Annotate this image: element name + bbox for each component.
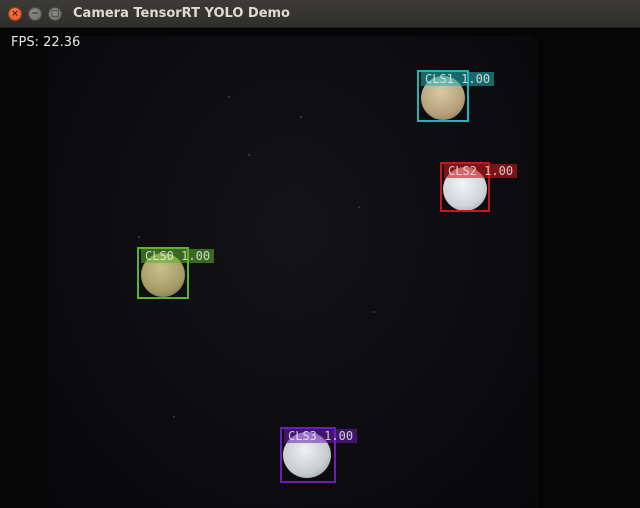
detection-label: CLS1 1.00 bbox=[421, 72, 495, 86]
noise-speck bbox=[173, 416, 175, 418]
maximize-icon[interactable]: □ bbox=[48, 7, 62, 21]
class-name: CLS3 bbox=[288, 429, 317, 443]
noise-speck bbox=[300, 116, 302, 118]
confidence-score: 1.00 bbox=[181, 249, 211, 263]
confidence-score: 1.00 bbox=[484, 164, 514, 178]
class-name: CLS1 bbox=[425, 72, 454, 86]
noise-speck bbox=[228, 96, 230, 98]
window-titlebar[interactable]: × − □ Camera TensorRT YOLO Demo bbox=[0, 0, 640, 28]
close-icon[interactable]: × bbox=[8, 7, 22, 21]
confidence-score: 1.00 bbox=[461, 72, 491, 86]
camera-view: FPS: 22.36 CLS0 1.00 CLS1 1.00 CLS2 1.00… bbox=[0, 28, 640, 508]
detection-label: CLS3 1.00 bbox=[284, 429, 358, 443]
detection-label: CLS0 1.00 bbox=[141, 249, 215, 263]
noise-speck bbox=[138, 236, 140, 238]
window-title: Camera TensorRT YOLO Demo bbox=[73, 6, 290, 21]
class-name: CLS0 bbox=[145, 249, 174, 263]
noise-speck bbox=[248, 154, 250, 156]
confidence-score: 1.00 bbox=[324, 429, 354, 443]
noise-speck bbox=[358, 206, 360, 208]
minimize-icon[interactable]: − bbox=[28, 7, 42, 21]
noise-speck bbox=[373, 311, 375, 313]
detection-label: CLS2 1.00 bbox=[444, 164, 518, 178]
class-name: CLS2 bbox=[448, 164, 477, 178]
fps-counter: FPS: 22.36 bbox=[11, 35, 81, 50]
